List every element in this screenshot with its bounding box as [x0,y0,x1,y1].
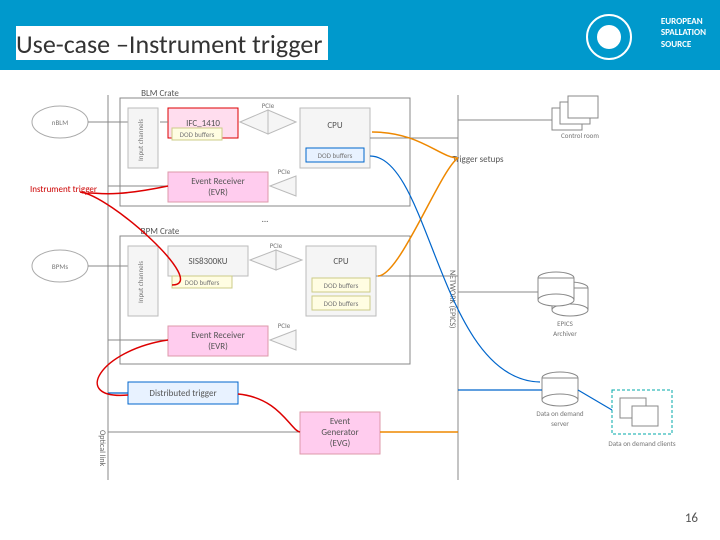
org-line3: SOURCE [661,39,706,50]
ess-logo-icon [586,14,632,60]
org-line1: EUROPEAN [661,16,706,27]
evr1-b: (EVR) [208,187,228,198]
page-number: 16 [685,511,698,526]
evg-b: Generator [321,427,358,438]
bpms-cloud: BPMs [52,262,68,271]
dod-buf1: DOD buffers [318,151,353,160]
evr2-b: (EVR) [208,341,228,352]
trigger-setups-label: Trigger setups [452,154,504,165]
dod-server-a: Data on demand [536,409,584,418]
cpu2: CPU [333,256,348,267]
control-room-icon [552,96,598,130]
diagram-svg: NETWORK (EPICS) Optical link BLM Crate n… [0,80,720,540]
dod-buf2b: DOD buffers [324,281,359,290]
sis8300: SIS8300KU [188,256,227,267]
slide-title: Use-case –Instrument trigger [16,26,328,60]
evg-c: (EVG) [330,438,351,449]
dist-trigger: Distributed trigger [149,388,216,399]
archiver-b: Archiver [553,329,577,338]
dod-server-icon [542,372,578,406]
input-channels-1: Input channels [136,119,145,161]
evr1-a: Event Receiver [191,176,244,187]
control-room-label: Control room [561,131,599,140]
dod-small: DOD buffers [180,130,215,139]
pcie-3: PCIe [270,241,283,250]
org-name: EUROPEAN SPALLATION SOURCE [661,16,706,50]
pcie-2: PCIe [278,167,291,176]
evr2-a: Event Receiver [191,330,244,341]
slide-header: Use-case –Instrument trigger EUROPEAN SP… [0,0,720,74]
diagram-stage: NETWORK (EPICS) Optical link BLM Crate n… [0,80,720,540]
dod-buf2a: DOD buffers [185,278,220,287]
archiver-a: EPICS [557,319,573,328]
input-channels-2: Input channels [136,261,145,303]
ellipsis: ... [262,214,269,225]
dod-buf2c: DOD buffers [324,299,359,308]
ifc1410-block: IFC_1410 [186,118,220,129]
optical-link-label: Optical link [97,430,107,467]
org-line2: SPALLATION [661,27,706,38]
dod-clients-label: Data on demand clients [608,439,675,448]
pcie-4: PCIe [278,321,291,330]
archiver-icon [538,272,588,316]
nblm-cloud: nBLM [52,118,68,127]
dod-clients-icon [612,390,672,434]
dod-server-b: server [551,419,569,428]
evg-a: Event [330,416,350,427]
pcie-1: PCIe [262,101,275,110]
network-label: NETWORK (EPICS) [447,270,457,328]
blm-crate-label: BLM Crate [141,88,179,99]
cpu1: CPU [327,120,342,131]
